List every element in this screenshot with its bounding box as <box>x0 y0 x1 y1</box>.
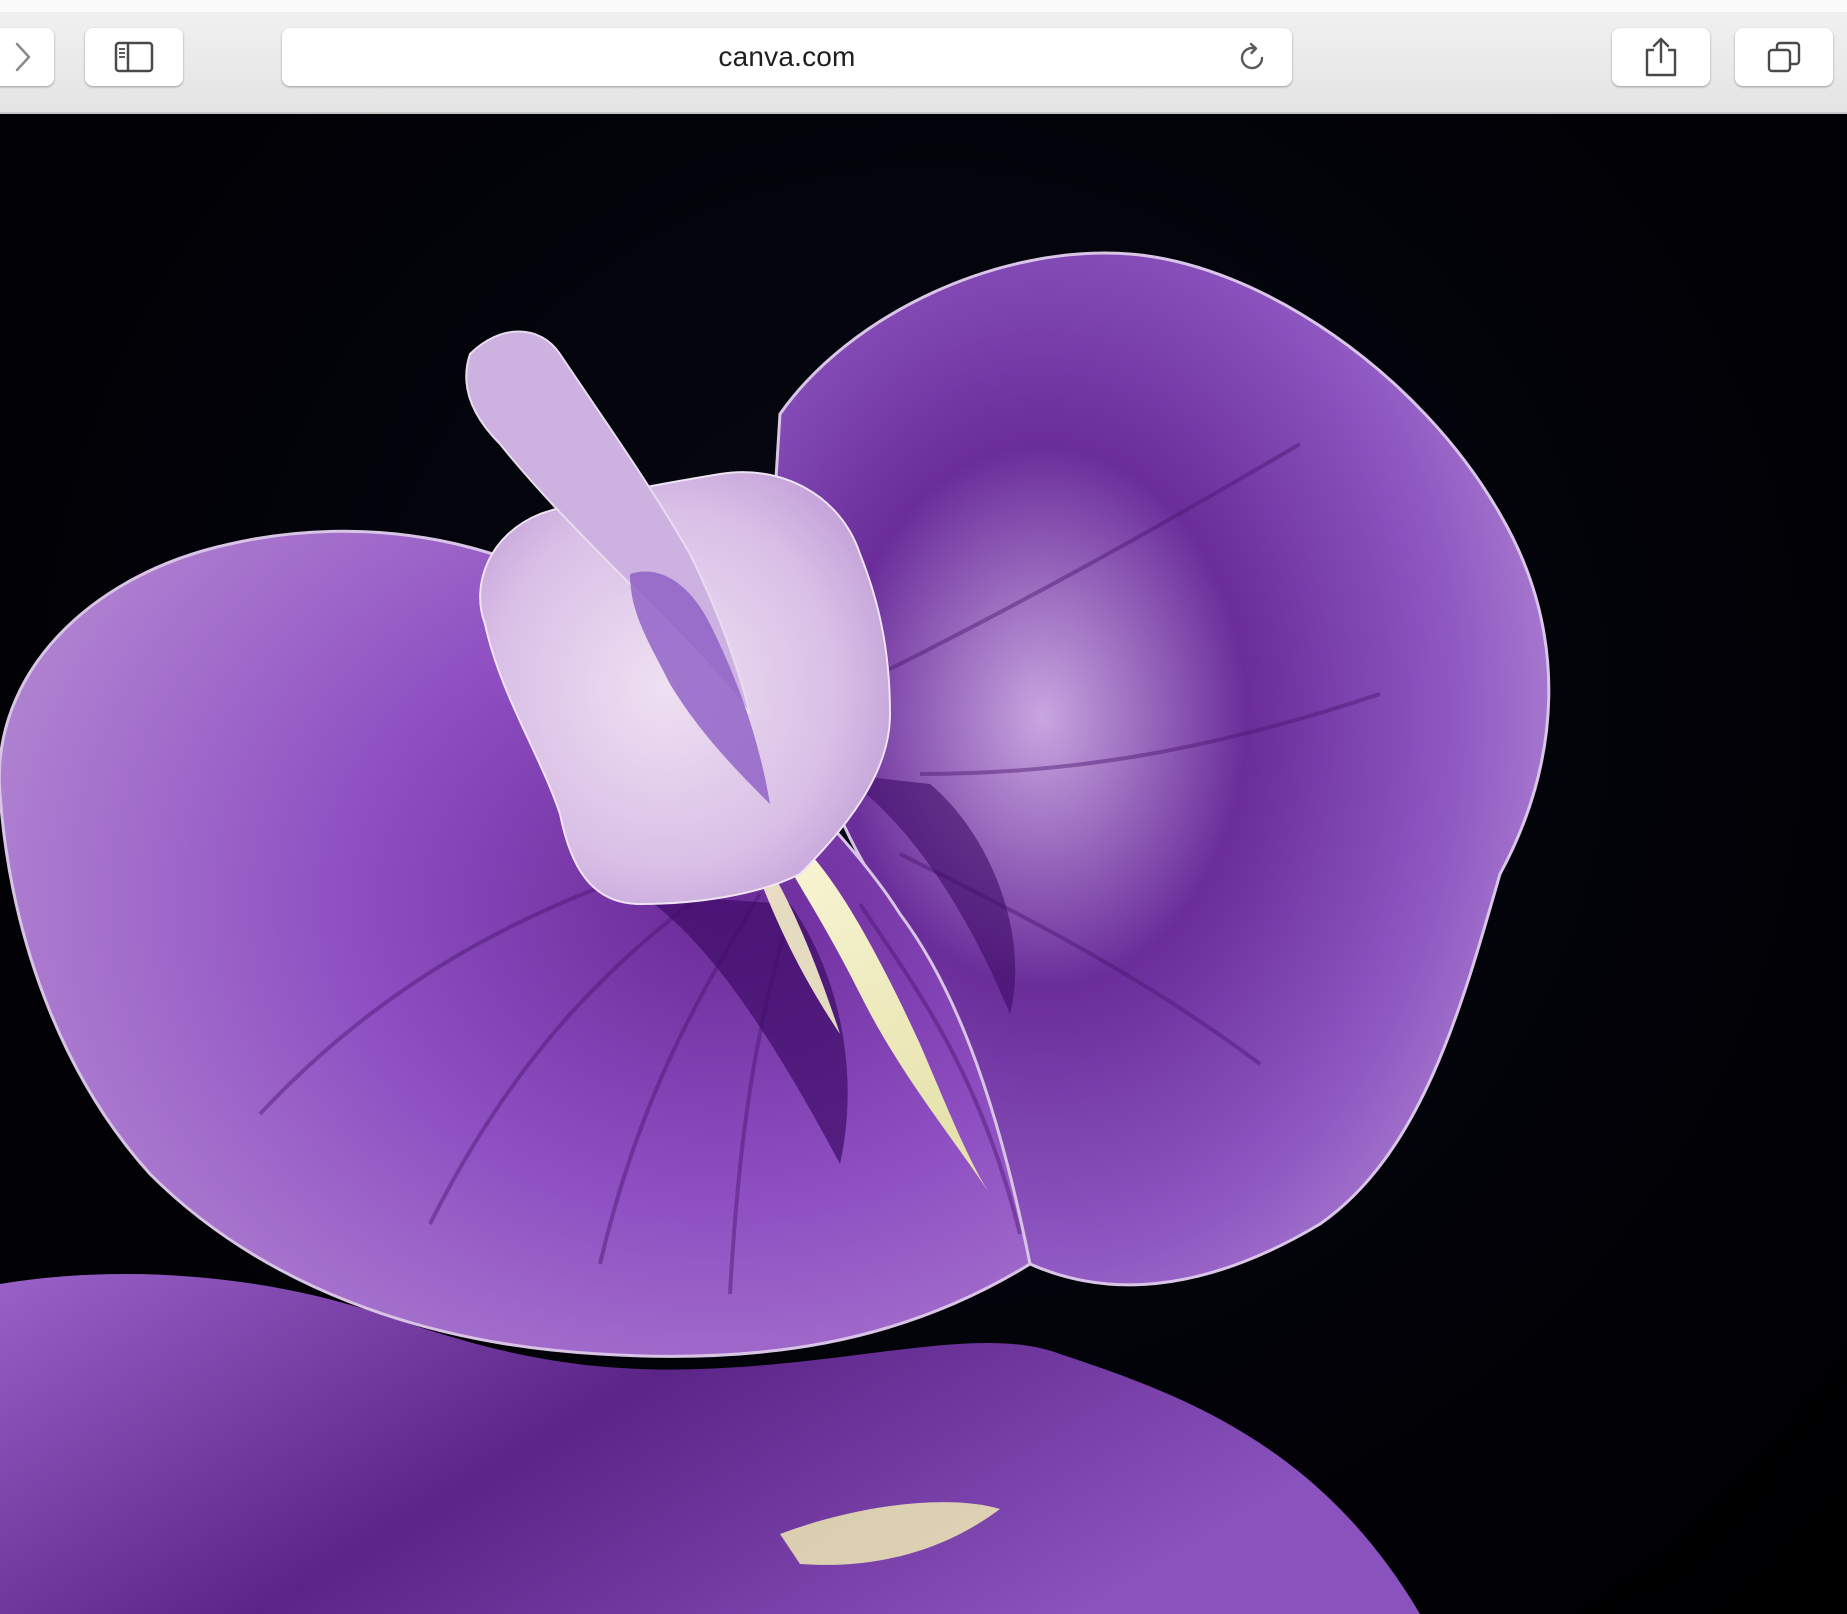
page-content <box>0 114 1847 1614</box>
browser-toolbar: canva.com <box>0 0 1847 114</box>
address-bar[interactable]: canva.com <box>282 28 1292 86</box>
reload-button[interactable] <box>1234 40 1270 76</box>
sidebar-icon <box>114 41 154 73</box>
reload-icon <box>1240 42 1264 70</box>
forward-button[interactable] <box>0 28 54 86</box>
purple-flower-image <box>0 251 1551 1614</box>
chevron-right-icon <box>15 42 31 72</box>
address-text: canva.com <box>718 41 856 72</box>
share-icon <box>1645 37 1677 77</box>
toolbar-top-strip <box>0 0 1847 12</box>
tabs-button[interactable] <box>1735 28 1833 86</box>
sidebar-toggle-button[interactable] <box>85 28 183 86</box>
share-button[interactable] <box>1612 28 1710 86</box>
tabs-icon <box>1767 41 1801 73</box>
